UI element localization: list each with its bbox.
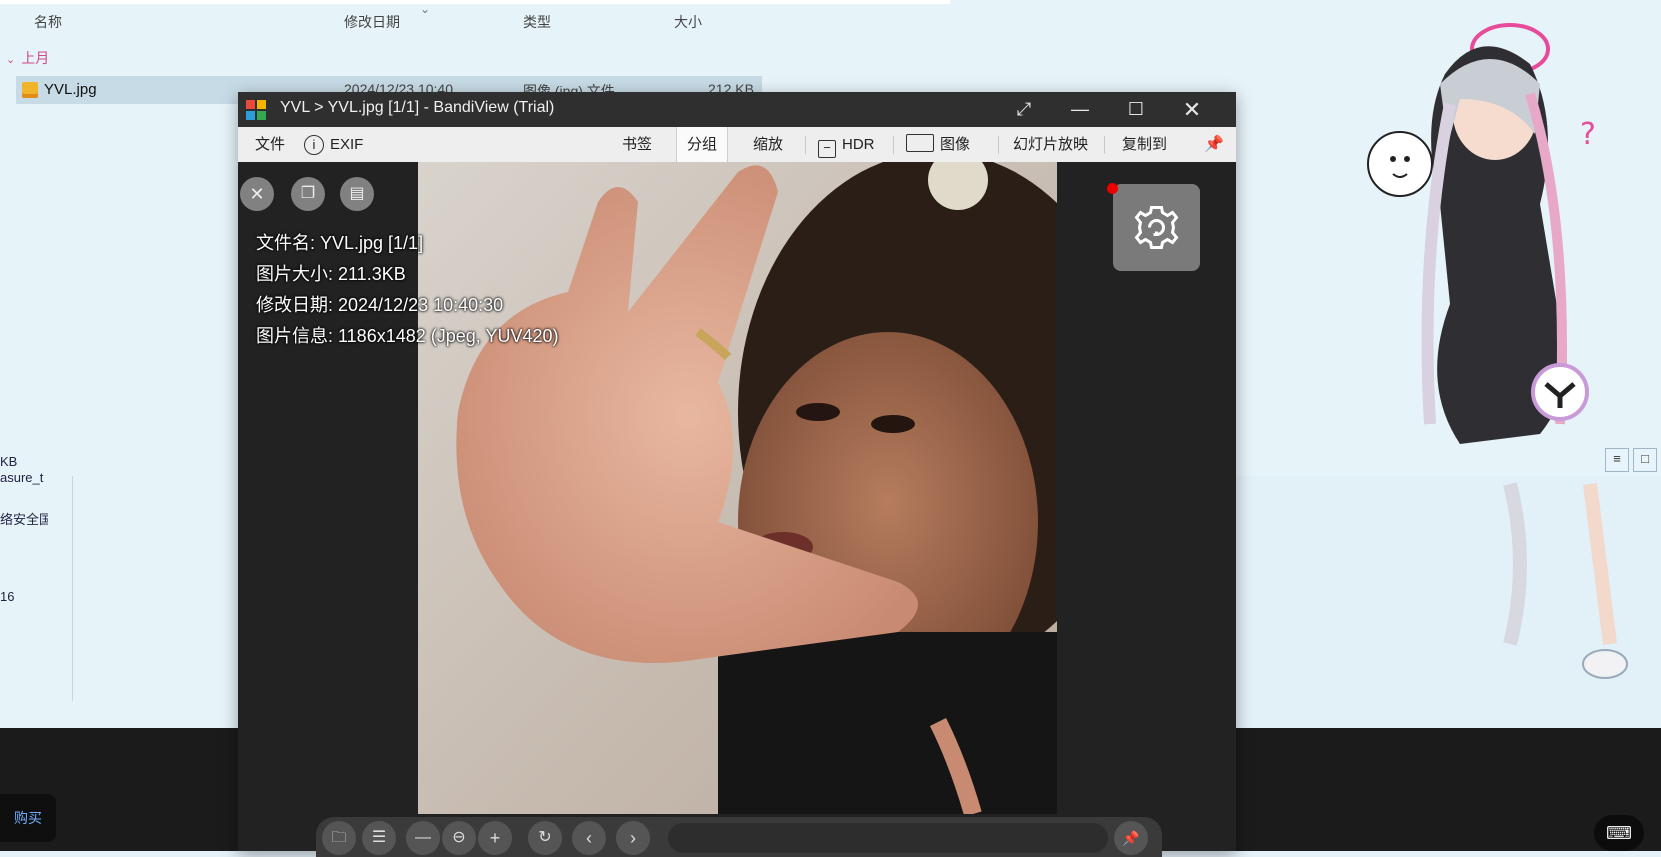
bandiview-window: YVL > YVL.jpg [1/1] - BandiView (Trial) … xyxy=(238,92,1236,857)
menu-slideshow[interactable]: 幻灯片放映 xyxy=(1013,127,1088,162)
menu-hdr-label: HDR xyxy=(842,136,875,153)
file-name: YVL.jpg xyxy=(44,81,97,98)
window-title: YVL > YVL.jpg [1/1] - BandiView (Trial) xyxy=(280,99,555,116)
menu-separator xyxy=(893,136,894,154)
close-icon[interactable]: ✕ xyxy=(240,177,274,211)
sort-chevron-icon: ⌄ xyxy=(420,2,431,16)
rotate-gear-icon xyxy=(1134,206,1179,249)
menu-exif-label: EXIF xyxy=(330,136,364,153)
nav-divider xyxy=(72,476,73,701)
minimize-icon[interactable]: — xyxy=(1052,92,1108,127)
menu-hdr[interactable]: − HDR xyxy=(818,127,875,162)
menu-copy-to[interactable]: 复制到 xyxy=(1122,127,1167,162)
copy-icon[interactable]: ❐ xyxy=(291,177,325,211)
hdr-icon: − xyxy=(818,140,836,158)
explorer-top-edge xyxy=(0,0,950,4)
character-illustration: ? xyxy=(1367,23,1628,679)
info-filename: 文件名: YVL.jpg [1/1] xyxy=(256,233,424,253)
notification-dot xyxy=(1107,183,1118,194)
image-frame-icon xyxy=(906,134,934,152)
list-icon[interactable]: ☰ xyxy=(362,821,396,855)
maximize-icon[interactable]: ☐ xyxy=(1108,92,1164,127)
bottom-toolbar: 🗀 ☰ — ⊖ + ↻ ‹ › 📌 xyxy=(316,817,1162,857)
image-info-overlay: 文件名: YVL.jpg [1/1] 图片大小: 211.3KB 修改日期: 2… xyxy=(256,228,559,352)
chevron-down-icon: ⌄ xyxy=(6,54,16,66)
info-size: 图片大小: 211.3KB xyxy=(256,264,406,284)
column-name[interactable]: 名称 xyxy=(34,12,62,32)
close-icon[interactable]: ✕ xyxy=(1164,92,1220,127)
menu-zoom[interactable]: 缩放 xyxy=(753,127,783,162)
menu-bookmark[interactable]: 书签 xyxy=(622,127,652,162)
menu-bar: 文件 i EXIF 书签 分组 缩放 − HDR 图像 幻灯片放映 复制到 📌 xyxy=(238,127,1236,163)
pin-icon[interactable]: 📌 xyxy=(1204,127,1224,162)
column-modified[interactable]: 修改日期 xyxy=(344,12,400,32)
title-bar[interactable]: YVL > YVL.jpg [1/1] - BandiView (Trial) … xyxy=(238,92,1236,127)
nav-fragment: KB xyxy=(0,454,18,469)
group-header[interactable]: ⌄ 上月 xyxy=(6,48,49,68)
info-modified: 修改日期: 2024/12/23 10:40:30 xyxy=(256,295,504,315)
group-label: 上月 xyxy=(21,50,50,66)
prev-icon[interactable]: ‹ xyxy=(572,821,606,855)
pin-icon[interactable]: 📌 xyxy=(1114,821,1148,855)
zoom-out-icon[interactable]: — xyxy=(406,821,440,855)
folder-icon[interactable]: 🗀 xyxy=(322,821,356,855)
next-icon[interactable]: › xyxy=(616,821,650,855)
menu-image[interactable]: 图像 xyxy=(906,127,970,162)
rotate-icon[interactable]: ↻ xyxy=(528,821,562,855)
menu-separator xyxy=(805,136,806,154)
menu-group[interactable]: 分组 xyxy=(676,127,729,162)
nav-fragment[interactable]: asure_t xyxy=(0,470,48,485)
keyboard-icon[interactable]: ⌨ xyxy=(1594,815,1644,851)
menu-separator xyxy=(1104,136,1105,154)
menu-image-label: 图像 xyxy=(940,136,971,153)
zoom-icon[interactable]: ⊖ xyxy=(442,821,476,855)
column-type[interactable]: 类型 xyxy=(523,12,551,32)
image-scrubber[interactable] xyxy=(668,823,1108,853)
info-dimensions: 图片信息: 1186x1482 (Jpeg, YUV420) xyxy=(256,326,559,346)
bandiview-logo-icon xyxy=(246,100,266,120)
menu-separator xyxy=(998,136,999,154)
nav-fragment[interactable]: 16 xyxy=(0,589,48,604)
image-canvas[interactable]: ✕ ❐ ▤ 文件名: YVL.jpg [1/1] 图片大小: 211.3KB 修… xyxy=(238,162,1236,851)
nav-fragment[interactable]: 络安全国 xyxy=(0,509,48,528)
svg-text:?: ? xyxy=(1580,117,1596,152)
document-icon[interactable]: ▤ xyxy=(340,177,374,211)
auto-rotate-button[interactable] xyxy=(1113,184,1200,271)
image-file-icon xyxy=(22,82,38,98)
zoom-in-icon[interactable]: + xyxy=(478,821,512,855)
column-size[interactable]: 大小 xyxy=(674,12,702,32)
info-icon: i xyxy=(304,135,324,155)
menu-exif[interactable]: i EXIF xyxy=(304,127,363,162)
menu-file[interactable]: 文件 xyxy=(255,127,285,162)
expand-icon[interactable]: ⤢ xyxy=(996,92,1052,127)
buy-button[interactable]: 购买 xyxy=(0,794,56,842)
